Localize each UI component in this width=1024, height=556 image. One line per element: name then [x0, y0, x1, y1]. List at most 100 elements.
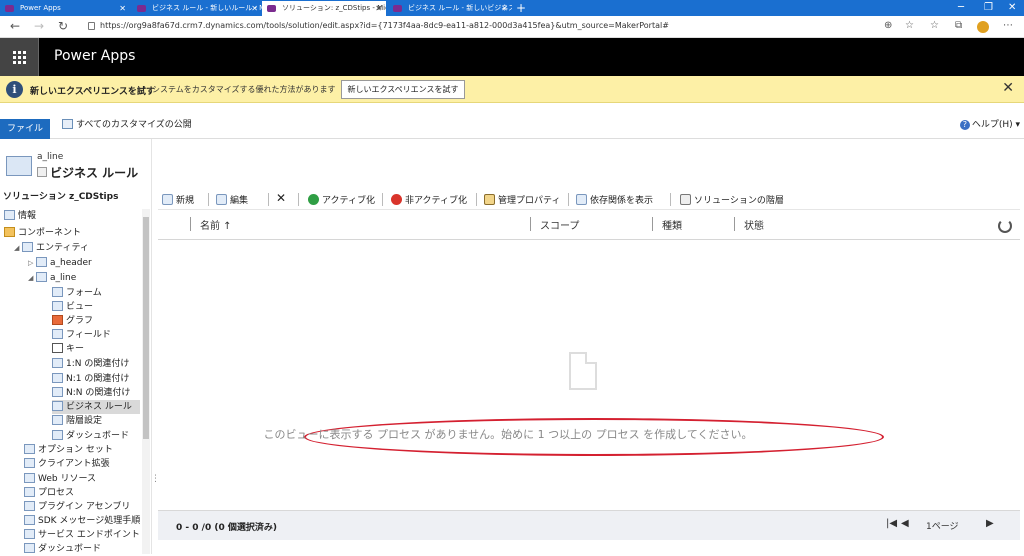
command-bar: 新規 編集 ✕ アクティブ化 非アクティブ化 管理プロパティ 依存関係を表示 ソ…: [158, 189, 1020, 210]
favorites-bar-icon[interactable]: ☆: [930, 20, 939, 31]
tree-item-client-extensions[interactable]: クライアント拡張: [24, 457, 110, 471]
zoom-icon[interactable]: ⊕: [884, 20, 892, 31]
url-field[interactable]: https://org9a8fa67d.crm7.dynamics.com/to…: [100, 21, 669, 30]
collections-icon[interactable]: ⧉: [955, 20, 962, 31]
activate-button[interactable]: アクティブ化: [308, 193, 375, 206]
refresh-icon[interactable]: [998, 219, 1012, 233]
tree-item-processes[interactable]: プロセス: [24, 486, 74, 500]
favicon-icon: [5, 5, 14, 12]
column-type[interactable]: 種類: [662, 217, 682, 232]
tree-item-n1-relationships[interactable]: N:1 の関連付け: [52, 372, 129, 386]
deactivate-button[interactable]: 非アクティブ化: [391, 193, 467, 206]
tree-item-entities[interactable]: ◢ エンティティ: [14, 241, 89, 255]
close-tab-icon[interactable]: ✕: [375, 1, 382, 16]
previous-page-icon[interactable]: ◀: [901, 518, 909, 529]
tree-item-plugin-assemblies[interactable]: プラグイン アセンブリ: [24, 500, 130, 514]
next-page-icon[interactable]: ▶: [986, 518, 994, 529]
expanded-icon[interactable]: ◢: [28, 271, 36, 285]
tree-item-1n-relationships[interactable]: 1:N の関連付け: [52, 357, 129, 371]
tree-item-web-resources[interactable]: Web リソース: [24, 472, 96, 486]
tree-item-forms[interactable]: フォーム: [52, 286, 102, 300]
profile-avatar[interactable]: [977, 21, 989, 33]
view-icon: [52, 301, 63, 311]
edit-button[interactable]: 編集: [216, 193, 248, 206]
tree-item-service-endpoints[interactable]: サービス エンドポイント: [24, 528, 140, 542]
favicon-icon: [137, 5, 146, 12]
new-tab-icon[interactable]: +: [516, 0, 526, 16]
collapsed-icon[interactable]: ▷: [28, 256, 36, 270]
minimize-icon[interactable]: ─: [958, 0, 964, 16]
show-dependencies-button[interactable]: 依存関係を表示: [576, 193, 653, 206]
components-icon: [4, 227, 15, 237]
delete-button[interactable]: ✕: [276, 191, 286, 205]
tab-solution[interactable]: ソリューション: z_CDStips - Microso... ✕: [262, 1, 386, 16]
file-tab[interactable]: ファイル: [0, 119, 50, 139]
close-tab-icon[interactable]: ✕: [501, 1, 508, 16]
tab-new-business-rule[interactable]: ビジネス ルール - 新しいビジネス ル... ✕: [388, 1, 512, 16]
tree-item-option-sets[interactable]: オプション セット: [24, 443, 113, 457]
window-close-icon[interactable]: ✕: [1008, 0, 1016, 16]
try-new-experience-button[interactable]: 新しいエクスペリエンスを試す: [341, 80, 465, 99]
tree-item-business-rules[interactable]: ビジネス ルール: [52, 400, 140, 414]
tab-business-rule[interactable]: ビジネス ルール - 新しいルール - Micr... ✕: [132, 1, 262, 16]
solution-label: ソリューション z_CDStips: [3, 192, 119, 202]
solution-layers-button[interactable]: ソリューションの階層: [680, 193, 784, 206]
layers-icon: [680, 194, 691, 205]
tree-item-charts[interactable]: グラフ: [52, 314, 93, 328]
close-tab-icon[interactable]: ✕: [119, 1, 126, 16]
column-name[interactable]: 名前 ↑: [200, 217, 232, 232]
tree-item-sdk-steps[interactable]: SDK メッセージ処理手順: [24, 514, 140, 528]
close-tab-icon[interactable]: ✕: [251, 1, 258, 16]
first-page-icon[interactable]: |◀: [886, 518, 897, 529]
banner-close-icon[interactable]: ✕: [1002, 80, 1014, 96]
relationship-icon: [52, 373, 63, 383]
tree-item-keys[interactable]: キー: [52, 342, 84, 356]
tree-item-hierarchy-settings[interactable]: 階層設定: [52, 414, 102, 428]
tree-item-fields[interactable]: フィールド: [52, 328, 111, 342]
field-icon: [52, 329, 63, 339]
tree-item-a-line[interactable]: ◢ a_line: [28, 271, 76, 285]
records-grid: このビューに表示する プロセス がありません。始めに 1 つ以上の プロセス を…: [158, 240, 1020, 510]
column-status[interactable]: 状態: [744, 217, 764, 232]
managed-properties-button[interactable]: 管理プロパティ: [484, 193, 560, 206]
sdk-step-icon: [24, 515, 35, 525]
back-icon[interactable]: ←: [10, 19, 20, 33]
new-icon: [162, 194, 173, 205]
properties-icon: [484, 194, 495, 205]
empty-message: このビューに表示する プロセス がありません。始めに 1 つ以上の プロセス を…: [263, 428, 753, 441]
publish-all-button[interactable]: すべてのカスタマイズの公開: [62, 117, 192, 130]
tree-item-info[interactable]: 情報: [4, 209, 36, 223]
tree-item-nn-relationships[interactable]: N:N の関連付け: [52, 386, 130, 400]
dependencies-icon: [576, 194, 587, 205]
tab-power-apps[interactable]: Power Apps ✕: [0, 1, 130, 16]
option-set-icon: [24, 444, 35, 454]
column-scope[interactable]: スコープ: [540, 217, 579, 232]
new-button[interactable]: 新規: [162, 193, 194, 206]
process-icon: [24, 487, 35, 497]
tree-item-components[interactable]: コンポーネント: [4, 226, 81, 240]
document-icon: [569, 352, 597, 390]
tree-scrollbar-thumb[interactable]: [143, 217, 149, 439]
tree-item-a-header[interactable]: ▷ a_header: [28, 256, 92, 270]
more-menu-icon[interactable]: ⋯: [1003, 20, 1013, 31]
help-button[interactable]: ? ヘルプ(H) ▾: [959, 117, 1020, 130]
favicon-icon: [267, 5, 276, 12]
ribbon: ファイル すべてのカスタマイズの公開 ? ヘルプ(H) ▾: [0, 103, 1024, 139]
key-icon: [52, 343, 63, 353]
plugin-icon: [24, 501, 35, 511]
app-launcher-icon[interactable]: [0, 38, 38, 76]
form-icon: [52, 287, 63, 297]
expanded-icon[interactable]: ◢: [14, 241, 22, 255]
tree-item-entity-dashboards[interactable]: ダッシュボード: [52, 429, 129, 443]
entities-icon: [22, 242, 33, 252]
restore-icon[interactable]: ❐: [984, 0, 993, 16]
favorite-star-icon[interactable]: ☆: [905, 20, 914, 31]
lock-icon: [88, 22, 95, 30]
forward-icon[interactable]: →: [34, 19, 44, 33]
web-resource-icon: [24, 473, 35, 483]
tree-item-views[interactable]: ビュー: [52, 300, 93, 314]
business-rule-icon: [37, 167, 47, 177]
app-title[interactable]: Power Apps: [54, 48, 135, 64]
relationship-icon: [52, 358, 63, 368]
reload-icon[interactable]: ↻: [58, 19, 68, 33]
